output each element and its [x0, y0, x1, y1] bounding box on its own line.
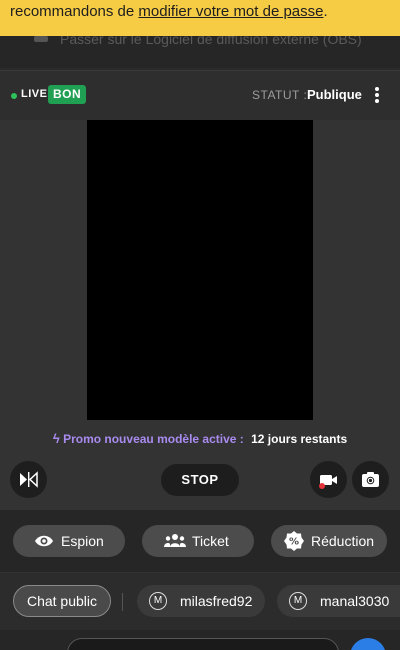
tab-user-manal3030[interactable]: M manal3030	[277, 585, 400, 617]
stop-button[interactable]: STOP	[161, 464, 239, 496]
close-icon[interactable]: ⌃	[373, 0, 390, 15]
ticket-button[interactable]: Ticket	[142, 525, 254, 557]
send-button[interactable]	[350, 638, 386, 650]
user-name: milasfred92	[180, 593, 253, 609]
user-name: manal3030	[320, 593, 390, 609]
video-camera-icon	[319, 475, 337, 489]
stream-status-bar: LIVE BON STATUT : Publique	[0, 70, 400, 120]
message-input[interactable]	[67, 638, 339, 650]
percent-badge-icon: %	[284, 531, 304, 551]
quality-badge: BON	[48, 85, 87, 104]
svg-text:%: %	[289, 537, 299, 548]
message-bar	[0, 630, 400, 650]
status-label: STATUT :	[252, 88, 308, 102]
group-icon	[164, 534, 186, 547]
promo-days-remaining: 12 jours restants	[251, 432, 348, 446]
snapshot-button[interactable]	[352, 461, 389, 498]
camera-toggle-button[interactable]	[310, 461, 347, 498]
obs-switch-row[interactable]: Passer sur le Logiciel de diffusion exte…	[0, 36, 400, 68]
lightning-icon: ϟ	[52, 431, 60, 446]
eye-icon	[35, 535, 53, 547]
banner-text: recommandons de	[10, 3, 139, 20]
promo-text: Promo nouveau modèle active :	[63, 432, 244, 446]
change-password-link[interactable]: modifier votre mot de passe	[138, 3, 323, 20]
video-preview	[87, 120, 313, 420]
spy-label: Espion	[61, 533, 104, 549]
tabs-divider	[122, 593, 123, 611]
user-avatar: M	[149, 592, 167, 610]
ticket-label: Ticket	[192, 533, 229, 549]
password-warning-banner: recommandons de modifier votre mot de pa…	[0, 0, 400, 36]
user-avatar: M	[289, 592, 307, 610]
tab-chat-public[interactable]: Chat public	[13, 585, 111, 617]
promo-notice: ϟ Promo nouveau modèle active : 12 jours…	[0, 431, 400, 446]
banner-text-end: .	[323, 3, 328, 20]
more-options-icon[interactable]	[371, 86, 383, 106]
chat-tabs-row: Chat public M milasfred92 M manal3030	[0, 572, 400, 630]
obs-switch-label: Passer sur le Logiciel de diffusion exte…	[60, 36, 362, 47]
status-value[interactable]: Publique	[307, 87, 362, 102]
mirror-icon	[20, 471, 38, 488]
live-indicator-icon	[11, 93, 17, 99]
spy-button[interactable]: Espion	[13, 525, 125, 557]
tab-user-milasfred92[interactable]: M milasfred92	[137, 585, 265, 617]
camera-refresh-icon	[362, 472, 379, 487]
flip-camera-button[interactable]	[10, 461, 47, 498]
live-label: LIVE	[21, 88, 48, 100]
discount-button[interactable]: % Réduction	[271, 525, 387, 557]
broadcast-stage: ϟ Promo nouveau modèle active : 12 jours…	[0, 120, 400, 510]
obs-icon	[34, 36, 48, 42]
action-buttons-row: Espion Ticket % Réduction	[0, 510, 400, 572]
discount-label: Réduction	[311, 533, 375, 549]
